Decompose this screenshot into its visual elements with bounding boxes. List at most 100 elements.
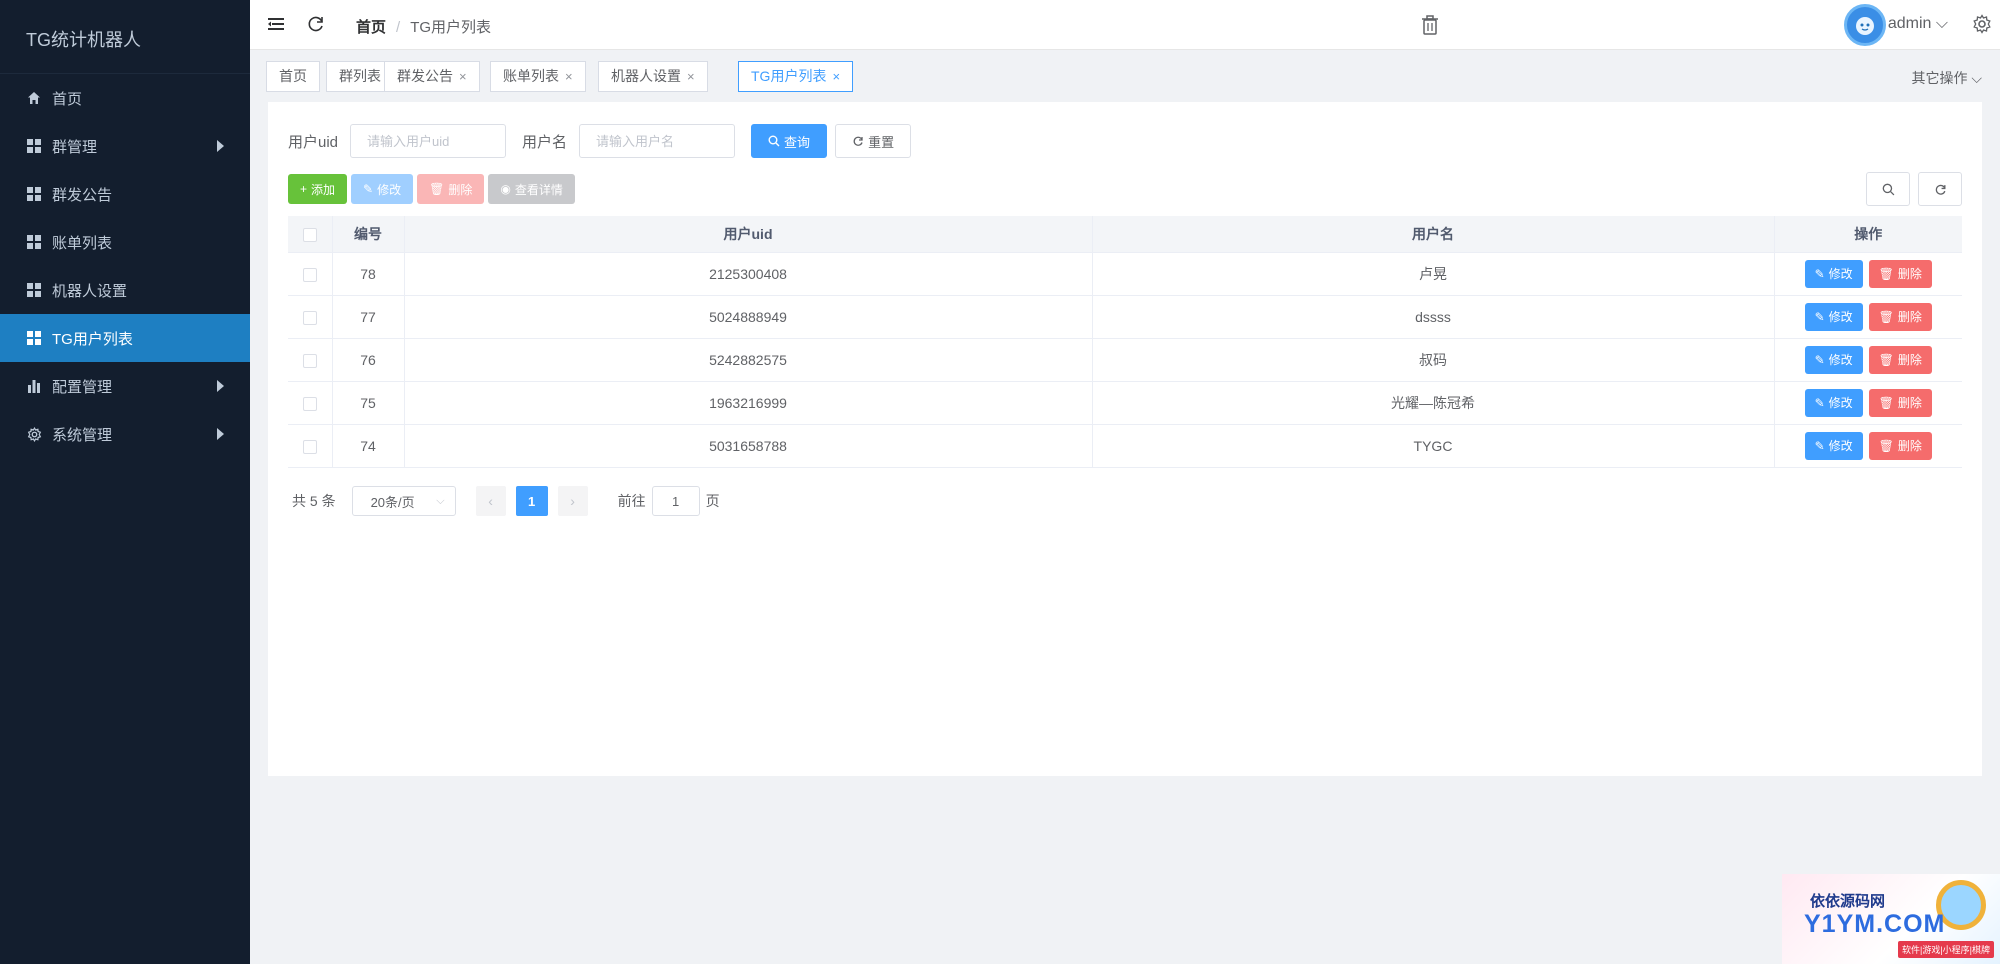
- tab-2[interactable]: 群发公告 ×: [384, 61, 480, 92]
- page-size-value: 20条/页: [370, 494, 415, 510]
- close-icon[interactable]: ×: [687, 69, 695, 84]
- prev-page-button[interactable]: ‹: [475, 486, 506, 516]
- toggle-search-button[interactable]: [1866, 172, 1910, 206]
- row-delete-button[interactable]: 🗑︎ 删除: [1868, 259, 1932, 288]
- table-row[interactable]: 78 2125300408 卢晃 ✎ 修改 🗑︎ 删除: [288, 252, 1962, 296]
- sidebar-item-2[interactable]: 群发公告: [0, 170, 250, 218]
- sidebar-item-4[interactable]: 机器人设置: [0, 266, 250, 314]
- table-row[interactable]: 76 5242882575 叔码 ✎ 修改 🗑︎ 删除: [288, 338, 1962, 382]
- uid-search-input[interactable]: [350, 124, 507, 158]
- gear-icon: [26, 426, 42, 442]
- page-number-current[interactable]: 1: [515, 486, 548, 516]
- cell-username: TYGC: [1092, 424, 1775, 468]
- delete-label: 删除: [448, 182, 473, 197]
- table-header-row: 编号 用户uid 用户名 操作: [288, 216, 1962, 253]
- row-edit-button[interactable]: ✎ 修改: [1804, 345, 1863, 374]
- refresh-table-button[interactable]: [1918, 172, 1962, 206]
- row-delete-button[interactable]: 🗑︎ 删除: [1868, 345, 1932, 374]
- cell-uid: 2125300408: [404, 252, 1093, 296]
- row-checkbox[interactable]: [302, 310, 317, 325]
- row-checkbox[interactable]: [302, 267, 317, 282]
- avatar[interactable]: [1844, 4, 1886, 46]
- cell-username: 光耀—陈冠希: [1092, 381, 1775, 425]
- row-select-cell: [288, 424, 333, 468]
- table-row[interactable]: 77 5024888949 dssss ✎ 修改 🗑︎ 删除: [288, 295, 1962, 339]
- row-delete-button[interactable]: 🗑︎ 删除: [1868, 388, 1932, 417]
- cell-uid: 5242882575: [404, 338, 1093, 382]
- user-table: 编号 用户uid 用户名 操作 78 2125300408 卢晃 ✎ 修改 🗑︎ 删除 77 5…: [288, 216, 1962, 468]
- column-header: 编号: [332, 216, 405, 253]
- refresh-icon: [1935, 184, 1945, 195]
- table-row[interactable]: 74 5031658788 TYGC ✎ 修改 🗑︎ 删除: [288, 424, 1962, 468]
- settings-gear-icon[interactable]: [1972, 14, 1992, 34]
- refresh-icon[interactable]: [306, 14, 326, 34]
- tab-label: TG用户列表: [751, 68, 827, 84]
- select-all-checkbox[interactable]: [302, 227, 317, 242]
- edit-icon: ✎: [1814, 309, 1825, 324]
- delete-button[interactable]: 🗑︎ 删除: [417, 174, 485, 204]
- close-icon[interactable]: ×: [459, 69, 467, 84]
- close-icon[interactable]: ×: [565, 69, 573, 84]
- hamburger-icon[interactable]: [268, 16, 284, 32]
- edit-button[interactable]: ✎ 修改: [351, 174, 414, 204]
- tab-5[interactable]: TG用户列表 ×: [738, 61, 854, 92]
- chevron-down-icon: ⌵: [1931, 15, 1948, 32]
- sidebar-item-5[interactable]: TG用户列表: [0, 314, 250, 362]
- tab-label: 首页: [279, 68, 307, 84]
- next-page-button[interactable]: ›: [557, 486, 588, 516]
- top-header: 首页 / TG用户列表 admin ⌵: [250, 0, 2000, 50]
- close-icon[interactable]: ×: [832, 69, 840, 84]
- username-search-input[interactable]: [579, 124, 736, 158]
- row-delete-button[interactable]: 🗑︎ 删除: [1868, 302, 1932, 331]
- sidebar-item-7[interactable]: 系统管理: [0, 410, 250, 458]
- grid-icon: [26, 330, 42, 346]
- tab-4[interactable]: 机器人设置 ×: [598, 61, 708, 92]
- breadcrumb-home[interactable]: 首页: [356, 19, 386, 36]
- chevron-right-icon: ›: [570, 493, 575, 509]
- sidebar-item-1[interactable]: 群管理: [0, 122, 250, 170]
- row-delete-label: 删除: [1897, 439, 1922, 453]
- add-button[interactable]: + 添加: [288, 174, 348, 204]
- edit-icon: ✎: [363, 182, 374, 196]
- tab-3[interactable]: 账单列表 ×: [490, 61, 586, 92]
- table-row[interactable]: 75 1963216999 光耀—陈冠希 ✎ 修改 🗑︎ 删除: [288, 381, 1962, 425]
- other-operations-dropdown[interactable]: 其它操作 ⌵: [1911, 68, 1982, 88]
- user-menu[interactable]: admin ⌵: [1888, 15, 1948, 33]
- trash-icon[interactable]: [1420, 14, 1440, 36]
- cell-id: 77: [332, 295, 405, 339]
- row-edit-button[interactable]: ✎ 修改: [1804, 431, 1863, 460]
- breadcrumb-current: TG用户列表: [410, 19, 492, 36]
- row-checkbox[interactable]: [302, 439, 317, 454]
- goto-label: 前往: [617, 493, 646, 509]
- row-edit-button[interactable]: ✎ 修改: [1804, 302, 1863, 331]
- row-edit-button[interactable]: ✎ 修改: [1804, 259, 1863, 288]
- row-delete-button[interactable]: 🗑︎ 删除: [1868, 431, 1932, 460]
- query-button[interactable]: 查询: [751, 124, 828, 158]
- search-icon: [768, 135, 780, 147]
- trash-icon: 🗑︎: [1878, 352, 1894, 367]
- sidebar-item-0[interactable]: 首页: [0, 74, 250, 122]
- row-checkbox[interactable]: [302, 353, 317, 368]
- row-edit-label: 修改: [1828, 396, 1853, 410]
- sidebar-item-6[interactable]: 配置管理: [0, 362, 250, 410]
- sidebar-item-label: 系统管理: [52, 426, 113, 444]
- view-details-button[interactable]: ◉ 查看详情: [488, 174, 575, 204]
- reset-label: 重置: [868, 134, 895, 150]
- row-edit-label: 修改: [1828, 439, 1853, 453]
- chevron-down-icon: ⌵: [436, 494, 445, 507]
- row-edit-button[interactable]: ✎ 修改: [1804, 388, 1863, 417]
- column-header: 用户名: [1092, 216, 1775, 253]
- column-header: 用户uid: [404, 216, 1093, 253]
- tab-label: 账单列表: [503, 68, 559, 84]
- sidebar-item-3[interactable]: 账单列表: [0, 218, 250, 266]
- trash-icon: 🗑︎: [1878, 395, 1894, 410]
- reset-button[interactable]: 重置: [835, 124, 912, 158]
- tab-0[interactable]: 首页: [266, 61, 320, 92]
- goto-page-input[interactable]: [651, 486, 700, 516]
- action-toolbar: + 添加 ✎ 修改 🗑︎ 删除 ◉ 查看详情: [288, 174, 575, 204]
- row-select-cell: [288, 252, 333, 296]
- sidebar-item-label: TG用户列表: [52, 330, 133, 348]
- caret-right-icon: [217, 380, 224, 392]
- page-size-select[interactable]: 20条/页 ⌵: [351, 486, 456, 516]
- row-checkbox[interactable]: [302, 396, 317, 411]
